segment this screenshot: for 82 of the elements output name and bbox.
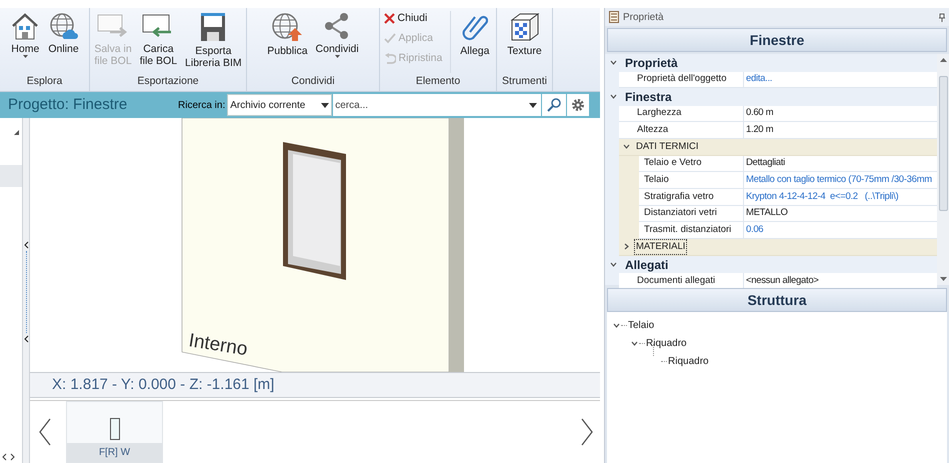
group-label: Esportazione <box>137 74 199 90</box>
ribbon-button[interactable]: Carica file BOL <box>136 11 180 73</box>
pin-icon[interactable] <box>939 12 945 22</box>
panel-heading: Struttura <box>607 288 947 312</box>
caret-icon <box>334 55 340 58</box>
globe-icon <box>48 12 78 40</box>
property-label: Distanziatori vetri <box>639 206 744 222</box>
group-row[interactable]: DATI TERMICI <box>635 140 700 154</box>
ribbon-button[interactable]: Home <box>7 11 44 73</box>
chevron-down-icon[interactable] <box>631 340 638 346</box>
scroll-up-icon[interactable] <box>940 58 946 62</box>
document-icon <box>609 11 619 23</box>
thumbnail[interactable]: F[R] W <box>66 401 163 463</box>
property-value[interactable]: 1.20 m <box>744 122 937 139</box>
group-label: Esplora <box>26 74 62 90</box>
caret-icon <box>529 102 538 108</box>
chevron-down-icon[interactable] <box>622 144 630 150</box>
window-icon <box>110 418 120 440</box>
search-button[interactable] <box>542 94 566 116</box>
ribbon-button[interactable]: Online <box>45 11 82 73</box>
property-value[interactable]: METALLO <box>744 206 937 222</box>
property-label: Telaio <box>639 172 744 189</box>
tree-item[interactable]: Riquadro <box>668 354 709 368</box>
property-label: Trasmit. distanziatori <box>639 222 744 239</box>
property-value[interactable]: Krypton 4-12-4-12-4 e<=0.2 (..\Tripli\) <box>744 188 937 206</box>
group-label: Elemento <box>416 74 460 90</box>
search-field[interactable]: cerca... <box>333 94 526 116</box>
category-title[interactable]: Allegati <box>625 256 668 274</box>
scroll-thumb[interactable] <box>938 76 948 211</box>
category-title[interactable]: Proprietà <box>625 54 678 72</box>
property-label: Larghezza <box>619 106 744 122</box>
group-label: Condividi <box>291 74 335 90</box>
wall-label: Interno <box>187 330 249 360</box>
search-icon <box>547 98 562 112</box>
thumbnail-label: F[R] W <box>67 443 162 462</box>
chevron-right-icon[interactable] <box>624 243 628 250</box>
ribbon-button[interactable]: Esporta Libreria BIM <box>182 11 245 73</box>
scrollbar[interactable] <box>937 54 949 285</box>
panel-title: Proprietà <box>623 10 664 24</box>
property-label: Proprietà dell'oggetto <box>619 72 744 88</box>
undo-icon <box>384 53 396 64</box>
property-value[interactable]: Dettagliati <box>744 156 937 172</box>
settings-button[interactable] <box>567 94 590 116</box>
close-icon <box>384 13 395 24</box>
ribbon-button[interactable]: Texture <box>504 11 545 73</box>
property-value[interactable]: Metallo con taglio termico (70-75mm /30-36mm <box>744 172 937 189</box>
cube-icon <box>510 12 540 42</box>
search-in-label: Ricerca in: <box>178 98 226 112</box>
chevron-down-icon[interactable] <box>610 94 616 100</box>
previous-icon[interactable] <box>38 418 52 446</box>
coordinates-text: X: 1.817 - Y: 0.000 - Z: -1.161 [m] <box>52 374 274 395</box>
check-icon <box>384 33 396 44</box>
tree-item[interactable]: Telaio <box>628 318 654 332</box>
caret-icon <box>22 55 28 58</box>
group-row[interactable]: MATERIALI <box>635 240 686 254</box>
next-icon[interactable] <box>580 418 594 446</box>
scroll-down-icon[interactable] <box>940 277 946 281</box>
ribbon-button[interactable]: Pubblica <box>264 11 311 73</box>
chevron-down-icon[interactable] <box>613 322 620 328</box>
property-label: Telaio e Vetro <box>639 156 744 172</box>
project-title: Progetto: Finestre <box>8 94 128 115</box>
property-value[interactable]: 0.06 <box>744 222 937 239</box>
caret-icon <box>321 102 330 108</box>
ribbon-button[interactable]: Allega <box>457 11 492 73</box>
ribbon-button[interactable]: Condividi <box>312 11 362 73</box>
property-value[interactable]: edita... <box>744 72 937 88</box>
tree-item[interactable]: Riquadro <box>646 336 687 350</box>
collapse-icon <box>14 130 19 135</box>
property-value[interactable]: 0.60 m <box>744 106 937 122</box>
settings-icon <box>571 98 586 112</box>
property-label: Altezza <box>619 122 744 139</box>
chevron-down-icon[interactable] <box>610 60 616 66</box>
globe-upload-icon <box>271 12 304 42</box>
group-label: Strumenti <box>502 74 547 90</box>
house-icon <box>10 12 40 40</box>
ribbon-button[interactable]: Chiudi <box>384 11 442 26</box>
dropdown-button[interactable] <box>525 94 542 116</box>
chevron-down-icon[interactable] <box>610 262 616 267</box>
property-label: Stratigrafia vetro <box>639 188 744 206</box>
scope-dropdown[interactable]: Archivio corrente <box>227 94 332 116</box>
category-title[interactable]: Finestra <box>625 88 672 106</box>
panel-heading: Finestre <box>607 28 947 52</box>
